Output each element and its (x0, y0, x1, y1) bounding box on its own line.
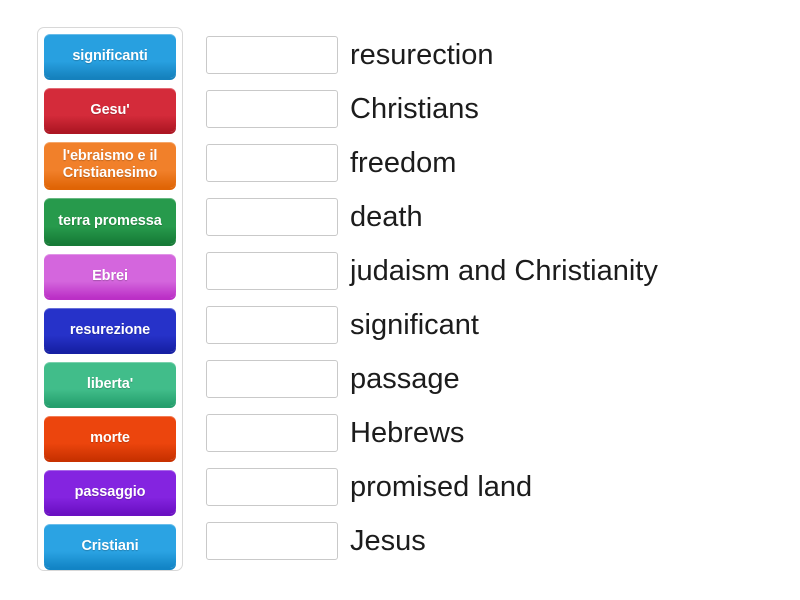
answer-drop-slot[interactable] (206, 414, 338, 452)
answer-row: promised land (206, 460, 786, 514)
word-tile[interactable]: Gesu' (44, 88, 176, 132)
answer-row: death (206, 190, 786, 244)
word-tile[interactable]: Ebrei (44, 254, 176, 298)
word-tile[interactable]: terra promessa (44, 198, 176, 244)
answer-row: Jesus (206, 514, 786, 568)
answer-label: passage (350, 363, 460, 395)
answer-row: judaism and Christianity (206, 244, 786, 298)
answer-row: resurection (206, 28, 786, 82)
answer-label: freedom (350, 147, 457, 179)
answer-drop-slot[interactable] (206, 360, 338, 398)
word-tile[interactable]: l'ebraismo e il Cristianesimo (44, 142, 176, 188)
answer-label: death (350, 201, 423, 233)
answer-label: promised land (350, 471, 533, 503)
word-tile-tray: significanti Gesu' l'ebraismo e il Cristia… (37, 27, 183, 571)
word-tile[interactable]: morte (44, 416, 176, 460)
word-tile[interactable]: Cristiani (44, 524, 176, 568)
word-tile[interactable]: passaggio (44, 470, 176, 514)
answer-drop-slot[interactable] (206, 144, 338, 182)
answer-drop-slot[interactable] (206, 36, 338, 74)
answer-row: Hebrews (206, 406, 786, 460)
answer-drop-slot[interactable] (206, 522, 338, 560)
word-tile[interactable]: significanti (44, 34, 176, 78)
answer-drop-slot[interactable] (206, 306, 338, 344)
matching-activity: significanti Gesu' l'ebraismo e il Cristia… (0, 0, 800, 600)
answer-drop-slot[interactable] (206, 468, 338, 506)
answer-row: passage (206, 352, 786, 406)
answer-drop-slot[interactable] (206, 252, 338, 290)
answer-label: judaism and Christianity (350, 255, 658, 287)
answer-row: freedom (206, 136, 786, 190)
answer-row: significant (206, 298, 786, 352)
answer-label: Christians (350, 93, 479, 125)
answer-label: Jesus (350, 525, 426, 557)
answer-label: Hebrews (350, 417, 465, 449)
word-tile[interactable]: liberta' (44, 362, 176, 406)
answer-drop-slot[interactable] (206, 90, 338, 128)
answer-row: Christians (206, 82, 786, 136)
answer-row-list: resurection Christians freedom death judaism… (206, 28, 786, 568)
answer-label: resurection (350, 39, 494, 71)
answer-label: significant (350, 309, 479, 341)
answer-drop-slot[interactable] (206, 198, 338, 236)
word-tile[interactable]: resurezione (44, 308, 176, 352)
